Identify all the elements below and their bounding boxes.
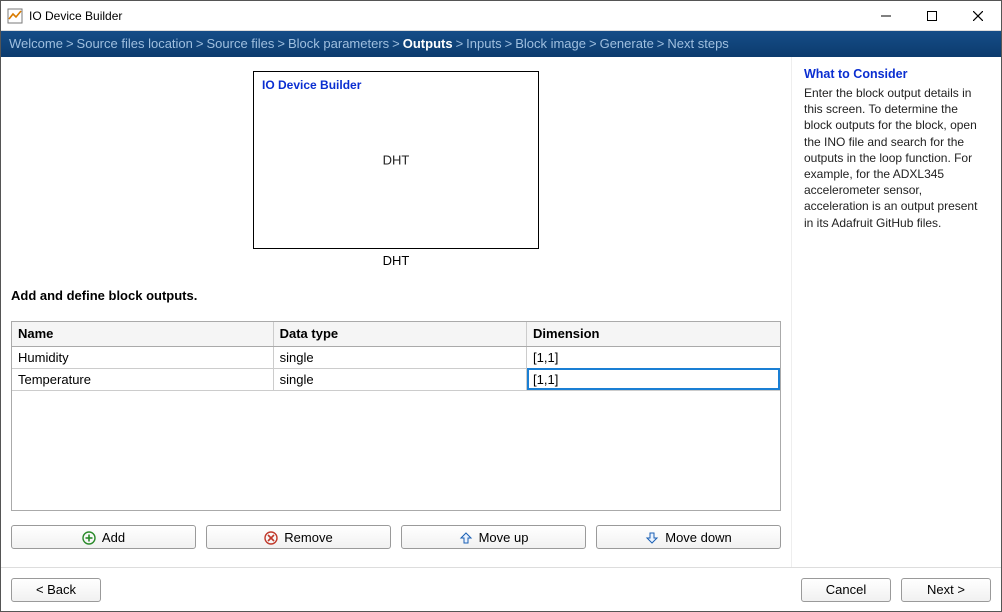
arrow-down-icon xyxy=(645,529,659,545)
side-panel-title: What to Consider xyxy=(804,67,989,81)
back-button[interactable]: < Back xyxy=(11,578,101,602)
remove-button[interactable]: Remove xyxy=(206,525,391,549)
minimize-button[interactable] xyxy=(863,1,909,31)
cell-type[interactable]: single xyxy=(273,346,526,368)
column-header-dim[interactable]: Dimension xyxy=(527,322,780,346)
next-button-label: Next > xyxy=(927,582,965,597)
cancel-button-label: Cancel xyxy=(826,582,866,597)
remove-button-label: Remove xyxy=(284,530,332,545)
breadcrumb-separator: > xyxy=(502,36,516,51)
outputs-table: Name Data type Dimension Humiditysingle[… xyxy=(12,322,780,391)
column-header-name[interactable]: Name xyxy=(12,322,273,346)
breadcrumb-item[interactable]: Generate xyxy=(600,36,654,51)
block-preview-title: IO Device Builder xyxy=(262,78,361,92)
footer: < Back Cancel Next > xyxy=(1,567,1001,611)
add-button-label: Add xyxy=(102,530,125,545)
app-window: IO Device Builder Welcome>Source files l… xyxy=(0,0,1002,612)
breadcrumb-item[interactable]: Source files xyxy=(206,36,274,51)
side-panel: What to Consider Enter the block output … xyxy=(791,57,1001,567)
breadcrumb-separator: > xyxy=(193,36,207,51)
breadcrumb-item[interactable]: Welcome xyxy=(9,36,63,51)
window-controls xyxy=(863,1,1001,31)
breadcrumb-item[interactable]: Outputs xyxy=(403,36,453,51)
move-up-button[interactable]: Move up xyxy=(401,525,586,549)
breadcrumb-separator: > xyxy=(389,36,403,51)
cell-dim[interactable]: [1,1] xyxy=(527,368,780,390)
block-preview-wrap: IO Device Builder DHT DHT xyxy=(11,71,781,268)
breadcrumb-separator: > xyxy=(274,36,288,51)
close-button[interactable] xyxy=(955,1,1001,31)
window-title: IO Device Builder xyxy=(29,9,122,23)
breadcrumb-item[interactable]: Block parameters xyxy=(288,36,389,51)
arrow-up-icon xyxy=(459,529,473,545)
titlebar: IO Device Builder xyxy=(1,1,1001,31)
add-button[interactable]: Add xyxy=(11,525,196,549)
body-area: IO Device Builder DHT DHT Add and define… xyxy=(1,57,1001,567)
maximize-button[interactable] xyxy=(909,1,955,31)
cell-name[interactable]: Humidity xyxy=(12,346,273,368)
cell-dim[interactable]: [1,1] xyxy=(527,346,780,368)
move-down-button-label: Move down xyxy=(665,530,731,545)
cancel-button[interactable]: Cancel xyxy=(801,578,891,602)
table-row[interactable]: Temperaturesingle[1,1] xyxy=(12,368,780,390)
outputs-table-container: Name Data type Dimension Humiditysingle[… xyxy=(11,321,781,511)
block-preview-name: DHT xyxy=(383,153,410,168)
move-down-button[interactable]: Move down xyxy=(596,525,781,549)
app-icon xyxy=(7,8,23,24)
breadcrumb-item[interactable]: Next steps xyxy=(667,36,728,51)
breadcrumb-separator: > xyxy=(453,36,467,51)
next-button[interactable]: Next > xyxy=(901,578,991,602)
plus-icon xyxy=(82,529,96,545)
breadcrumb-item[interactable]: Source files location xyxy=(77,36,193,51)
main-pane: IO Device Builder DHT DHT Add and define… xyxy=(1,57,791,567)
column-header-type[interactable]: Data type xyxy=(273,322,526,346)
delete-icon xyxy=(264,529,278,545)
move-up-button-label: Move up xyxy=(479,530,529,545)
breadcrumb-separator: > xyxy=(586,36,600,51)
cell-type[interactable]: single xyxy=(273,368,526,390)
section-heading: Add and define block outputs. xyxy=(11,288,781,303)
breadcrumb-item[interactable]: Block image xyxy=(515,36,586,51)
block-preview: IO Device Builder DHT xyxy=(253,71,539,249)
breadcrumb-separator: > xyxy=(63,36,77,51)
block-preview-caption: DHT xyxy=(253,253,539,268)
side-panel-text: Enter the block output details in this s… xyxy=(804,85,989,231)
table-toolbar: Add Remove Move up xyxy=(11,525,781,549)
breadcrumb-separator: > xyxy=(654,36,668,51)
back-button-label: < Back xyxy=(36,582,76,597)
table-row[interactable]: Humiditysingle[1,1] xyxy=(12,346,780,368)
breadcrumb: Welcome>Source files location>Source fil… xyxy=(1,31,1001,57)
breadcrumb-item[interactable]: Inputs xyxy=(466,36,501,51)
cell-name[interactable]: Temperature xyxy=(12,368,273,390)
